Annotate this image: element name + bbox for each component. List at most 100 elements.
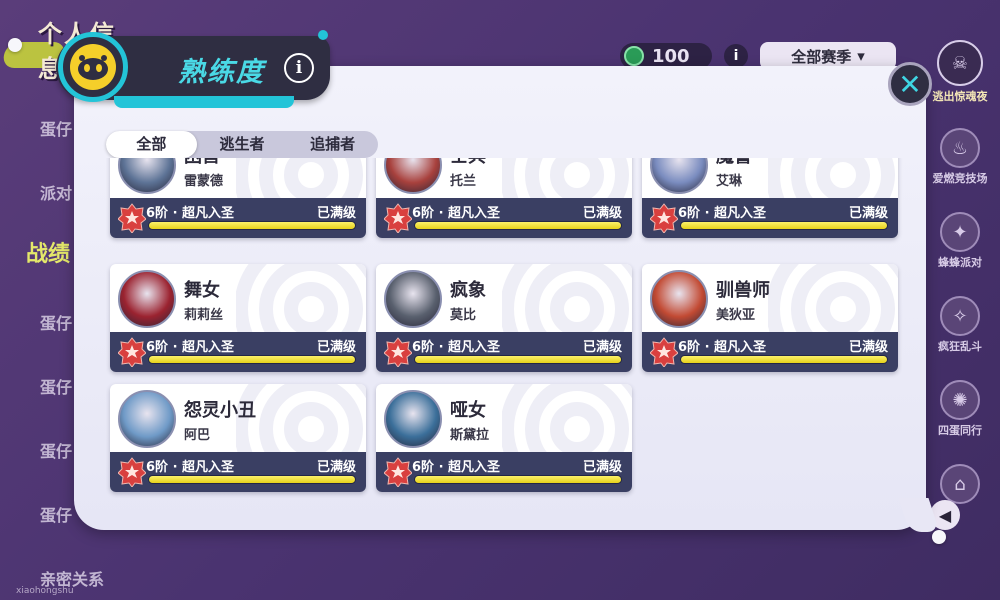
tab-hunter[interactable]: 追捕者 <box>287 131 378 158</box>
character-player-name: 莉莉丝 <box>184 308 224 323</box>
modal-header: 熟练度 i <box>56 30 330 108</box>
max-level-status: 已满级 <box>848 340 888 355</box>
character-player-name: 托兰 <box>450 174 477 189</box>
character-name: 舞女 <box>184 280 220 301</box>
mode-item[interactable]: ✺ 四蛋同行 <box>920 380 1000 438</box>
info-icon[interactable]: i <box>284 53 314 83</box>
max-level-status: 已满级 <box>582 460 622 475</box>
character-player-name: 艾琳 <box>716 174 743 189</box>
proficiency-bar: 6阶 · 超凡入圣 已满级 <box>376 452 632 492</box>
character-card[interactable]: 士兵托兰 6阶 · 超凡入圣 已满级 <box>376 158 632 238</box>
coin-count: 100 <box>652 45 690 67</box>
mode-item[interactable]: ☠ 逃出惊魂夜 <box>920 40 1000 104</box>
decor-dot <box>318 30 328 40</box>
character-avatar <box>384 390 442 448</box>
mode-item[interactable]: ♨ 爱燃竞技场 <box>920 128 1000 186</box>
mode-label: 四蛋同行 <box>938 424 982 437</box>
progress-track <box>414 475 622 484</box>
character-card[interactable]: 疯象 莫比 6阶 · 超凡入圣 已满级 <box>376 264 632 372</box>
progress-track <box>414 221 622 230</box>
character-player-name: 斯黛拉 <box>450 428 490 443</box>
rank-badge-icon <box>650 337 678 367</box>
character-card[interactable]: 困兽雷蒙德 6阶 · 超凡入圣 已满级 <box>110 158 366 238</box>
character-avatar <box>384 270 442 328</box>
character-name: 哑女 <box>450 400 486 421</box>
left-menu-section: 战绩 <box>26 242 71 267</box>
proficiency-level: 6阶 · 超凡入圣 <box>412 206 501 221</box>
character-card[interactable]: 怨灵小丑阿巴 6阶 · 超凡入圣 已满级 <box>110 384 366 492</box>
rank-badge-icon <box>118 457 146 487</box>
chevron-down-icon: ▾ <box>857 47 865 65</box>
fish-icon: ✧ <box>940 296 980 336</box>
character-player-name: 雷蒙德 <box>184 174 224 189</box>
character-card[interactable]: 魔警艾琳 6阶 · 超凡入圣 已满级 <box>642 158 898 238</box>
mode-label: 爱燃竞技场 <box>932 172 988 185</box>
character-avatar <box>118 390 176 448</box>
progress-track <box>148 355 356 364</box>
character-avatar <box>118 270 176 328</box>
character-player-name: 阿巴 <box>184 428 211 443</box>
progress-track <box>148 221 356 230</box>
left-menu-item[interactable]: 蛋仔 <box>40 310 72 334</box>
left-menu-item[interactable]: 蛋仔 <box>40 438 72 462</box>
proficiency-bar: 6阶 · 超凡入圣 已满级 <box>642 198 898 238</box>
wheel-icon: ✺ <box>940 380 980 420</box>
max-level-status: 已满级 <box>582 206 622 221</box>
proficiency-level: 6阶 · 超凡入圣 <box>146 340 235 355</box>
mode-label: 逃出惊魂夜 <box>932 90 988 103</box>
character-player-name: 美狄亚 <box>716 308 756 323</box>
proficiency-level: 6阶 · 超凡入圣 <box>678 206 767 221</box>
progress-track <box>680 221 888 230</box>
watermark: xiaohongshu <box>16 586 74 596</box>
rank-badge-icon <box>118 337 146 367</box>
progress-fill <box>415 356 621 363</box>
proficiency-level: 6阶 · 超凡入圣 <box>678 340 767 355</box>
rank-badge-icon <box>384 337 412 367</box>
proficiency-emblem-icon <box>58 32 128 102</box>
progress-fill <box>415 222 621 229</box>
character-player-name: 莫比 <box>450 308 477 323</box>
character-avatar <box>384 158 442 194</box>
tab-all[interactable]: 全部 <box>106 131 197 158</box>
proficiency-bar: 6阶 · 超凡入圣 已满级 <box>642 332 898 372</box>
left-menu-item[interactable]: 蛋仔 <box>40 116 72 140</box>
progress-fill <box>681 356 887 363</box>
progress-fill <box>149 222 355 229</box>
character-name: 魔警 <box>716 158 752 168</box>
left-menu-item[interactable]: 蛋仔 <box>40 374 72 398</box>
proficiency-bar: 6阶 · 超凡入圣 已满级 <box>376 332 632 372</box>
progress-track <box>414 355 622 364</box>
mode-item[interactable]: ✦ 蜂蜂派对 <box>920 212 1000 270</box>
character-name: 怨灵小丑 <box>184 400 256 421</box>
ghost-icon: ☠ <box>937 40 983 86</box>
proficiency-bar: 6阶 · 超凡入圣 已满级 <box>110 452 366 492</box>
coin-icon <box>624 46 644 66</box>
proficiency-bar: 6阶 · 超凡入圣 已满级 <box>110 198 366 238</box>
progress-track <box>680 355 888 364</box>
proficiency-level: 6阶 · 超凡入圣 <box>412 460 501 475</box>
character-card[interactable]: 哑女斯黛拉 6阶 · 超凡入圣 已满级 <box>376 384 632 492</box>
proficiency-level: 6阶 · 超凡入圣 <box>146 206 235 221</box>
castle-icon: ⌂ <box>940 464 980 504</box>
character-card[interactable]: 驯兽师 美狄亚 6阶 · 超凡入圣 已满级 <box>642 264 898 372</box>
mode-label: 疯狂乱斗 <box>938 340 982 353</box>
info-icon[interactable]: i <box>724 44 748 68</box>
proficiency-bar: 6阶 · 超凡入圣 已满级 <box>376 198 632 238</box>
max-level-status: 已满级 <box>848 206 888 221</box>
decor-dot <box>932 530 946 544</box>
left-menu-item[interactable]: 蛋仔 <box>40 502 72 526</box>
character-card[interactable]: 舞女莉莉丝 6阶 · 超凡入圣 已满级 <box>110 264 366 372</box>
left-menu-item[interactable]: 派对 <box>40 180 72 204</box>
progress-fill <box>415 476 621 483</box>
filter-tabs: 全部 逃生者 追捕者 <box>106 131 378 158</box>
tab-survivor[interactable]: 逃生者 <box>197 131 288 158</box>
character-grid: 困兽雷蒙德6阶 · 超凡入圣已满级士兵托兰6阶 · 超凡入圣已满级魔警艾琳6阶 … <box>106 158 906 498</box>
proficiency-bar: 6阶 · 超凡入圣 已满级 <box>110 332 366 372</box>
mode-item[interactable]: ⌂ <box>920 464 1000 504</box>
decor-dot <box>8 38 22 52</box>
mode-item[interactable]: ✧ 疯狂乱斗 <box>920 296 1000 354</box>
flame-icon: ♨ <box>940 128 980 168</box>
close-button[interactable]: ✕ <box>888 62 932 106</box>
season-label: 全部赛季 <box>791 47 852 66</box>
progress-fill <box>149 476 355 483</box>
